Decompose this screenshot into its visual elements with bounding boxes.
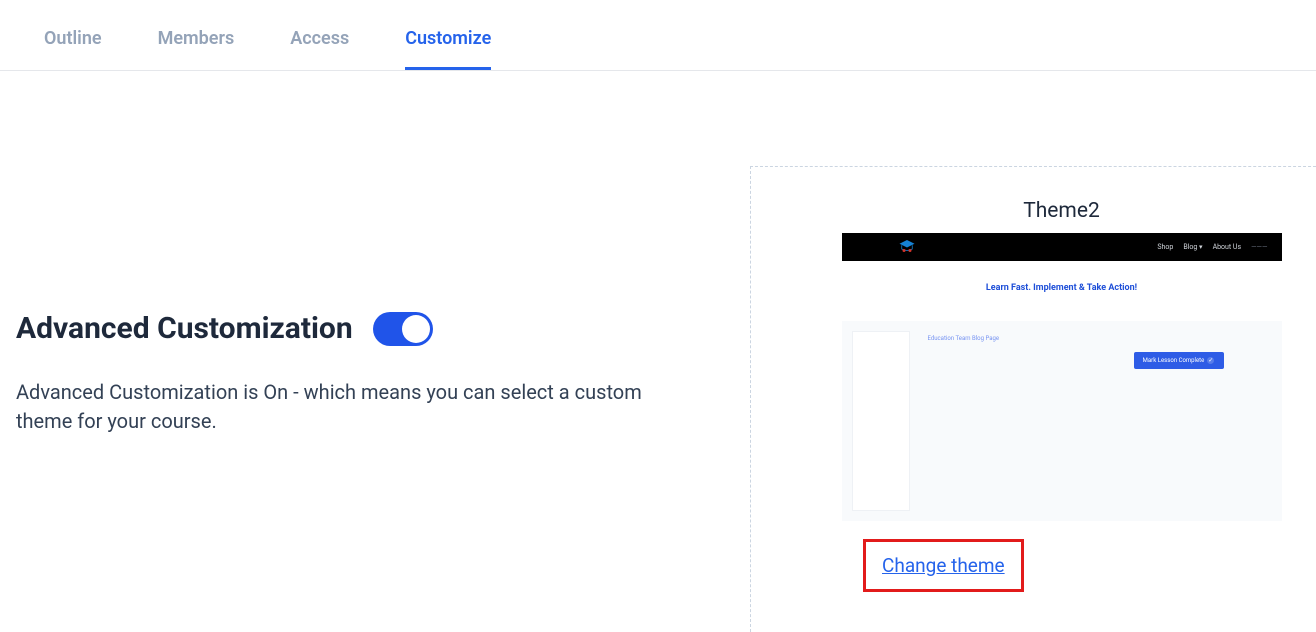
change-theme-highlight: Change theme xyxy=(863,539,1024,592)
preview-nav-extra: ——— xyxy=(1251,243,1267,251)
preview-nav-shop: Shop xyxy=(1157,243,1173,251)
preview-main: Education Team Blog Page Mark Lesson Com… xyxy=(920,331,1272,511)
preview-nav-links: Shop Blog ▾ About Us ——— xyxy=(1157,243,1267,251)
check-icon: ✓ xyxy=(1207,357,1214,364)
theme-name: Theme2 xyxy=(842,199,1282,223)
theme-preview-panel: Theme2 Shop Blog ▾ About Us ——— xyxy=(750,166,1316,632)
customization-settings: Advanced Customization Advanced Customiz… xyxy=(0,71,710,436)
section-title: Advanced Customization xyxy=(16,311,353,346)
theme-preview: Shop Blog ▾ About Us ——— Learn Fast. Imp… xyxy=(842,233,1282,521)
preview-mark-complete-button: Mark Lesson Complete ✓ xyxy=(1134,352,1224,369)
section-description: Advanced Customization is On - which mea… xyxy=(16,378,676,436)
preview-nav-blog: Blog ▾ xyxy=(1183,243,1202,251)
preview-nav: Shop Blog ▾ About Us ——— xyxy=(842,233,1282,261)
preview-body: Education Team Blog Page Mark Lesson Com… xyxy=(842,321,1282,521)
tab-access[interactable]: Access xyxy=(290,28,349,70)
tab-members[interactable]: Members xyxy=(158,28,235,70)
tab-customize[interactable]: Customize xyxy=(405,28,491,70)
preview-breadcrumb: Education Team Blog Page xyxy=(928,335,1264,342)
advanced-customization-toggle[interactable] xyxy=(373,312,433,346)
preview-nav-about: About Us xyxy=(1213,243,1242,251)
preview-hero-text: Learn Fast. Implement & Take Action! xyxy=(842,261,1282,321)
preview-sidebar xyxy=(852,331,910,511)
tab-outline[interactable]: Outline xyxy=(44,28,102,70)
tabs-bar: Outline Members Access Customize xyxy=(0,0,1316,71)
toggle-knob xyxy=(402,315,430,343)
graduation-cap-icon xyxy=(898,238,916,258)
change-theme-link[interactable]: Change theme xyxy=(882,554,1005,577)
preview-button-label: Mark Lesson Complete xyxy=(1143,357,1205,364)
